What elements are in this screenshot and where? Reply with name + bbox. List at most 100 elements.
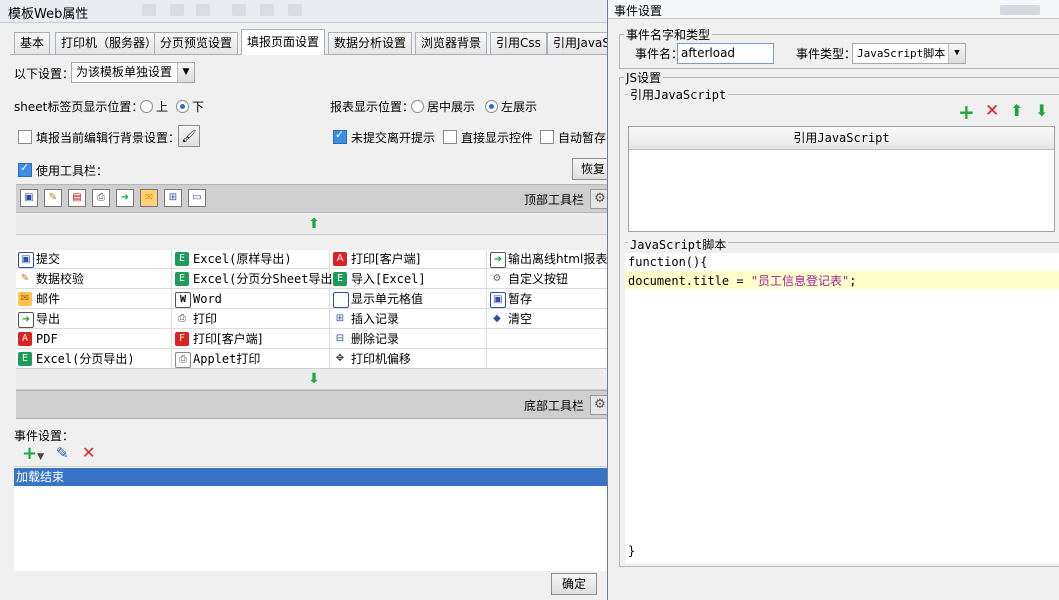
tab-printer-server[interactable]: 打印机（服务器）: [55, 32, 164, 54]
grid-item-word[interactable]: W Word: [173, 290, 222, 309]
settings-scope-value: 为该模板单独设置: [76, 65, 173, 79]
arrow-up-icon[interactable]: ⬆: [1010, 101, 1023, 120]
top-toolbar[interactable]: ▣ ✎ ▤ ⎙ ➜ ✉ ⊞ ▭ 顶部工具栏 ⚙: [16, 184, 612, 213]
delete-row-icon: ⊟: [335, 333, 345, 344]
radio-top[interactable]: 上: [140, 98, 168, 115]
check-icon[interactable]: ✎: [44, 189, 62, 207]
insert-icon[interactable]: ⊞: [164, 189, 182, 207]
radio-bottom[interactable]: 下: [176, 98, 204, 115]
delete-icon[interactable]: ✕: [985, 101, 999, 121]
event-name-input[interactable]: afterload: [677, 43, 774, 64]
mail-icon: ✉: [18, 292, 32, 306]
add-icon[interactable]: +: [958, 100, 975, 124]
arrow-down-icon[interactable]: ⬇: [1035, 101, 1048, 120]
tab-ref-js[interactable]: 引用JavaS: [547, 32, 616, 54]
add-event-button[interactable]: +▼: [22, 443, 44, 464]
tab-fill-page[interactable]: 填报页面设置: [241, 29, 326, 55]
excel-icon: E: [18, 352, 32, 366]
grid-item-pdf[interactable]: A PDF: [16, 330, 58, 349]
grid-item-excel-paged[interactable]: E Excel(分页导出): [16, 350, 135, 369]
event-item-selected[interactable]: 加载结束: [14, 468, 614, 486]
grid-item-label: 提交: [36, 252, 61, 266]
delete-icon[interactable]: ✕: [82, 443, 95, 462]
export-icon[interactable]: ➜: [116, 189, 134, 207]
pdf-print-icon: F: [175, 332, 189, 346]
fill-bg-label: 填报当前编辑行背景设置：: [36, 131, 181, 145]
grid-item-applet-print[interactable]: ⎙ Applet打印: [173, 350, 260, 369]
direct-controls-checkbox[interactable]: 直接显示控件: [443, 129, 533, 146]
grid-item-label: 打印[客户端]: [193, 332, 263, 346]
grid-item-label: 暂存: [508, 292, 533, 306]
tab-ref-css[interactable]: 引用Css: [490, 32, 547, 54]
tab-browser-bg[interactable]: 浏览器背景: [415, 32, 488, 54]
grid-item-validate[interactable]: ✎ 数据校验: [16, 270, 84, 289]
grid-item-print[interactable]: ⎙ 打印: [173, 310, 217, 329]
ok-button[interactable]: 确定: [551, 573, 597, 595]
js-code-editor[interactable]: function(){ document.title = "员工信息登记表"; …: [625, 253, 1059, 563]
ref-js-column-header[interactable]: 引用JavaScript: [629, 127, 1054, 150]
radio-checked-icon: [485, 100, 498, 113]
fill-bg-checkbox[interactable]: 填报当前编辑行背景设置：: [18, 129, 180, 146]
save-icon[interactable]: ▣: [20, 189, 38, 207]
mail-icon[interactable]: ✉: [140, 189, 158, 207]
paint-bucket-button[interactable]: 🖌: [178, 125, 200, 147]
bottom-toolbar-label: 底部工具栏: [524, 399, 585, 413]
radio-left[interactable]: 左展示: [485, 98, 537, 115]
pdf-icon[interactable]: ▤: [68, 189, 86, 207]
grid-item-custom-button[interactable]: ⚙ 自定义按钮: [488, 270, 569, 289]
grid-item-clear[interactable]: ◆ 清空: [488, 310, 532, 329]
grid-item-export[interactable]: ➜ 导出: [16, 310, 60, 329]
grid-item-print-client[interactable]: A 打印[客户端]: [331, 250, 420, 269]
radio-checked-icon: [176, 100, 189, 113]
grid-item-printer-offset[interactable]: ✥ 打印机偏移: [331, 350, 411, 369]
grid-item-label: Word: [193, 292, 222, 306]
grid-item-submit[interactable]: ▣ 提交: [16, 250, 60, 269]
cell-icon[interactable]: ▭: [188, 189, 206, 207]
event-type-select[interactable]: JavaScript脚本 ▼: [852, 43, 966, 64]
save-icon: ▣: [18, 252, 34, 268]
grid-item-insert-record[interactable]: ⊞ 插入记录: [331, 310, 399, 329]
check-icon: ✎: [20, 273, 30, 284]
grid-item-label: Excel(分页导出): [36, 352, 135, 366]
eraser-icon: ◆: [493, 313, 501, 324]
move-down-row[interactable]: ⬇: [16, 369, 612, 390]
grid-item-label: 邮件: [36, 292, 61, 306]
tab-page-preview[interactable]: 分页预览设置: [154, 32, 239, 54]
cell-icon: [333, 292, 349, 308]
tab-data-analysis[interactable]: 数据分析设置: [328, 32, 413, 54]
auto-save-checkbox[interactable]: 自动暂存: [540, 129, 606, 146]
grid-item-mail[interactable]: ✉ 邮件: [16, 290, 60, 309]
move-up-row[interactable]: ⬆: [16, 214, 612, 235]
grid-item-delete-record[interactable]: ⊟ 删除记录: [331, 330, 399, 349]
grid-item-label: Applet打印: [193, 352, 261, 366]
print-icon[interactable]: ⎙: [92, 189, 110, 207]
window-controls[interactable]: [1000, 5, 1040, 15]
grid-item-excel-sheets[interactable]: E Excel(分页分Sheet导出): [173, 270, 340, 289]
arrow-down-icon[interactable]: ⬇: [308, 371, 320, 387]
insert-icon: ⊞: [335, 313, 345, 324]
tab-basic[interactable]: 基本: [14, 32, 51, 54]
bottom-toolbar[interactable]: 底部工具栏 ⚙: [16, 390, 612, 419]
report-display-label: 报表显示位置：: [330, 100, 415, 114]
radio-center[interactable]: 居中展示: [411, 98, 475, 115]
grid-item-excel-original[interactable]: E Excel(原样导出): [173, 250, 292, 269]
grid-item-offline-html[interactable]: ➜ 输出离线html报表: [488, 250, 607, 269]
grid-item-show-cell-value[interactable]: 显示单元格值: [331, 290, 423, 309]
event-name-label: 事件名：: [635, 47, 684, 61]
grid-item-import-excel[interactable]: E 导入[Excel]: [331, 270, 426, 289]
grid-item-temp-save[interactable]: ▣ 暂存: [488, 290, 532, 309]
arrow-up-icon[interactable]: ⬆: [308, 216, 320, 232]
ref-js-table[interactable]: 引用JavaScript: [628, 126, 1055, 232]
name-type-group-title: 事件名字和类型: [624, 26, 713, 43]
use-toolbar-checkbox[interactable]: 使用工具栏：: [18, 161, 108, 179]
radio-icon: [411, 100, 424, 113]
unsubmitted-checkbox[interactable]: 未提交离开提示: [333, 128, 435, 146]
dialog-title: 模板Web属性: [8, 7, 89, 22]
grid-item-label: 数据校验: [36, 272, 85, 286]
ghost-icon: [170, 4, 184, 16]
edit-icon[interactable]: ✎: [56, 444, 69, 462]
applet-print-icon: ⎙: [175, 352, 191, 368]
settings-scope-select[interactable]: 为该模板单独设置 ▼: [71, 62, 195, 83]
pdf-print-icon: A: [333, 252, 347, 266]
grid-item-print-client-2[interactable]: F 打印[客户端]: [173, 330, 262, 349]
